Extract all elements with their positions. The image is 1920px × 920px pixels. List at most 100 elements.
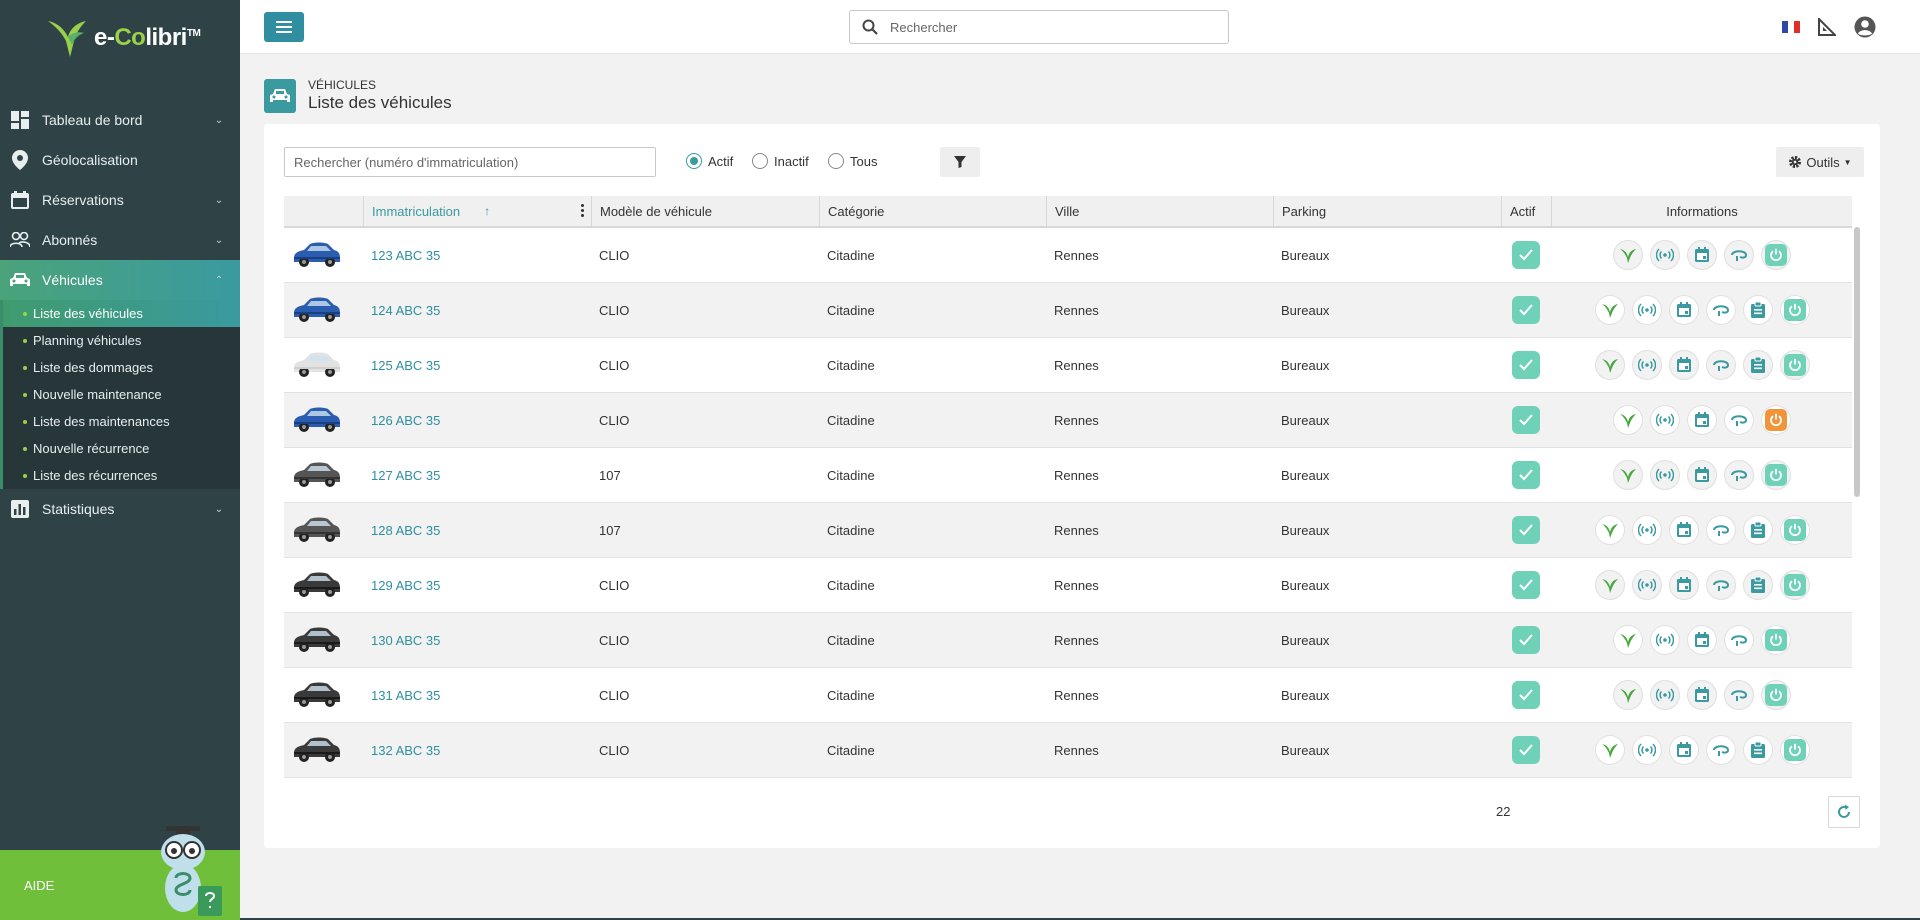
telematics-button[interactable] <box>1631 570 1662 600</box>
power-button[interactable] <box>1761 240 1791 270</box>
col-category[interactable]: Catégorie <box>820 196 1047 226</box>
radio-all[interactable]: Tous <box>828 153 877 169</box>
telematics-button[interactable] <box>1631 515 1662 545</box>
planning-button[interactable] <box>1668 515 1699 545</box>
key-return-button[interactable] <box>1705 350 1736 380</box>
table-row[interactable]: 126 ABC 35 CLIO Citadine Rennes Bureaux <box>284 393 1852 448</box>
table-row[interactable]: 130 ABC 35 CLIO Citadine Rennes Bureaux <box>284 613 1852 668</box>
power-button[interactable] <box>1761 405 1791 435</box>
tracker-button[interactable] <box>1613 405 1643 435</box>
table-row[interactable]: 128 ABC 35 107 Citadine Rennes Bureaux <box>284 503 1852 558</box>
key-return-button[interactable] <box>1705 515 1736 545</box>
tracker-button[interactable] <box>1613 680 1643 710</box>
active-checkbox[interactable] <box>1512 571 1540 599</box>
power-button[interactable] <box>1779 350 1810 380</box>
power-button[interactable] <box>1779 515 1810 545</box>
table-row[interactable]: 127 ABC 35 107 Citadine Rennes Bureaux <box>284 448 1852 503</box>
active-checkbox[interactable] <box>1512 296 1540 324</box>
subnav-damage-list[interactable]: Liste des dommages <box>0 354 240 381</box>
table-row[interactable]: 131 ABC 35 CLIO Citadine Rennes Bureaux <box>284 668 1852 723</box>
telematics-button[interactable] <box>1631 350 1662 380</box>
key-return-button[interactable] <box>1705 295 1736 325</box>
power-button[interactable] <box>1761 625 1791 655</box>
plate-link[interactable]: 129 ABC 35 <box>371 578 440 593</box>
planning-button[interactable] <box>1687 240 1717 270</box>
key-return-button[interactable] <box>1724 625 1754 655</box>
tracker-button[interactable] <box>1594 515 1625 545</box>
plate-search-input[interactable] <box>284 147 656 177</box>
telematics-button[interactable] <box>1650 460 1680 490</box>
active-checkbox[interactable] <box>1512 626 1540 654</box>
nav-item-reservations[interactable]: Réservations ⌄ <box>0 180 240 220</box>
planning-button[interactable] <box>1687 405 1717 435</box>
active-checkbox[interactable] <box>1512 681 1540 709</box>
report-button[interactable] <box>1742 735 1773 765</box>
key-return-button[interactable] <box>1724 680 1754 710</box>
telematics-button[interactable] <box>1650 680 1680 710</box>
plate-link[interactable]: 131 ABC 35 <box>371 688 440 703</box>
french-flag-icon[interactable] <box>1782 21 1800 33</box>
planning-button[interactable] <box>1668 295 1699 325</box>
table-row[interactable]: 129 ABC 35 CLIO Citadine Rennes Bureaux <box>284 558 1852 613</box>
nav-item-dashboard[interactable]: Tableau de bord ⌄ <box>0 100 240 140</box>
tracker-button[interactable] <box>1594 570 1625 600</box>
plate-link[interactable]: 124 ABC 35 <box>371 303 440 318</box>
planning-button[interactable] <box>1687 625 1717 655</box>
telematics-button[interactable] <box>1631 295 1662 325</box>
tracker-button[interactable] <box>1594 350 1625 380</box>
plate-link[interactable]: 127 ABC 35 <box>371 468 440 483</box>
nav-item-vehicles[interactable]: Véhicules ⌃ <box>0 260 240 300</box>
account-circle-icon[interactable] <box>1854 16 1876 38</box>
tracker-button[interactable] <box>1594 735 1625 765</box>
nav-item-subscribers[interactable]: Abonnés ⌄ <box>0 220 240 260</box>
subnav-vehicle-planning[interactable]: Planning véhicules <box>0 327 240 354</box>
subnav-vehicle-list[interactable]: Liste des véhicules <box>0 300 240 327</box>
report-button[interactable] <box>1742 295 1773 325</box>
planning-button[interactable] <box>1687 460 1717 490</box>
plate-link[interactable]: 130 ABC 35 <box>371 633 440 648</box>
plate-link[interactable]: 126 ABC 35 <box>371 413 440 428</box>
nav-item-statistics[interactable]: Statistiques ⌄ <box>0 489 240 529</box>
active-checkbox[interactable] <box>1512 351 1540 379</box>
subnav-new-recurrence[interactable]: Nouvelle récurrence <box>0 435 240 462</box>
subnav-recurrence-list[interactable]: Liste des récurrences <box>0 462 240 489</box>
report-button[interactable] <box>1742 350 1773 380</box>
report-button[interactable] <box>1742 515 1773 545</box>
col-active[interactable]: Actif <box>1502 196 1552 226</box>
power-button[interactable] <box>1779 735 1810 765</box>
radio-active[interactable]: Actif <box>686 153 733 169</box>
active-checkbox[interactable] <box>1512 406 1540 434</box>
planning-button[interactable] <box>1687 680 1717 710</box>
filter-button[interactable] <box>940 147 980 177</box>
active-checkbox[interactable] <box>1512 516 1540 544</box>
nav-item-geolocation[interactable]: Géolocalisation <box>0 140 240 180</box>
active-checkbox[interactable] <box>1512 736 1540 764</box>
key-return-button[interactable] <box>1705 570 1736 600</box>
tracker-button[interactable] <box>1613 625 1643 655</box>
table-scrollbar[interactable] <box>1854 227 1860 497</box>
plate-link[interactable]: 128 ABC 35 <box>371 523 440 538</box>
radio-inactive[interactable]: Inactif <box>752 153 809 169</box>
subnav-new-maintenance[interactable]: Nouvelle maintenance <box>0 381 240 408</box>
table-row[interactable]: 124 ABC 35 CLIO Citadine Rennes Bureaux <box>284 283 1852 338</box>
tracker-button[interactable] <box>1594 295 1625 325</box>
planning-button[interactable] <box>1668 350 1699 380</box>
table-row[interactable]: 125 ABC 35 CLIO Citadine Rennes Bureaux <box>284 338 1852 393</box>
hamburger-menu-button[interactable] <box>264 12 304 42</box>
active-checkbox[interactable] <box>1512 241 1540 269</box>
telematics-button[interactable] <box>1650 625 1680 655</box>
global-search-input[interactable] <box>890 19 1228 35</box>
key-return-button[interactable] <box>1724 460 1754 490</box>
active-checkbox[interactable] <box>1512 461 1540 489</box>
table-row[interactable]: 132 ABC 35 CLIO Citadine Rennes Bureaux <box>284 723 1852 778</box>
key-return-button[interactable] <box>1705 735 1736 765</box>
tools-dropdown-button[interactable]: Outils ▼ <box>1776 147 1864 177</box>
refresh-button[interactable] <box>1828 796 1860 828</box>
telematics-button[interactable] <box>1650 405 1680 435</box>
table-row[interactable]: 123 ABC 35 CLIO Citadine Rennes Bureaux <box>284 228 1852 283</box>
plate-link[interactable]: 123 ABC 35 <box>371 248 440 263</box>
plate-link[interactable]: 132 ABC 35 <box>371 743 440 758</box>
col-model[interactable]: Modèle de véhicule <box>592 196 820 226</box>
planning-button[interactable] <box>1668 735 1699 765</box>
set-square-icon[interactable] <box>1818 18 1836 36</box>
